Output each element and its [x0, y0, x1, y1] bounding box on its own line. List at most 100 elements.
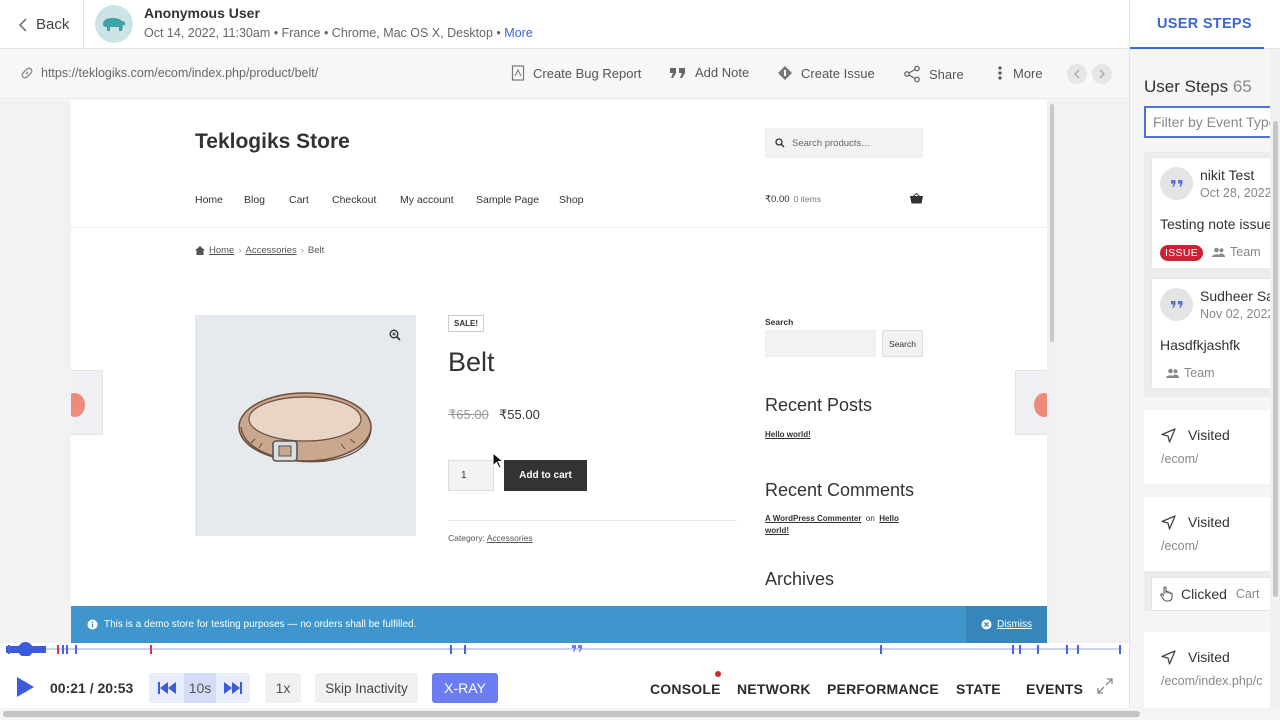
play-icon[interactable]	[14, 676, 36, 698]
page-horizontal-scrollbar[interactable]	[0, 708, 1280, 720]
breadcrumb-home[interactable]: Home	[209, 245, 234, 256]
step-visited[interactable]: Visited /ecom/index.php/c	[1144, 632, 1274, 708]
step-target: Cart	[1235, 587, 1260, 601]
site-nav-my-account[interactable]: My account	[400, 194, 454, 206]
zoom-icon[interactable]	[389, 329, 401, 341]
site-cart-total[interactable]: ₹0.00 0 items	[765, 194, 821, 205]
site-scrollbar-thumb[interactable]	[1050, 104, 1054, 342]
site-nav-shop[interactable]: Shop	[559, 194, 584, 206]
product-image[interactable]	[195, 315, 416, 536]
timeline-event-marker[interactable]	[1019, 645, 1021, 654]
next-session-button[interactable]	[1092, 64, 1112, 84]
demo-notice-text: This is a demo store for testing purpose…	[104, 619, 417, 630]
prev-product-thumb[interactable]	[71, 370, 103, 435]
tab-network[interactable]: NETWORK	[737, 681, 811, 697]
jump-interval[interactable]: 10s	[184, 673, 216, 703]
meta-more-link[interactable]: More	[504, 26, 532, 40]
tab-performance[interactable]: PERFORMANCE	[827, 681, 939, 697]
back-label: Back	[36, 16, 70, 33]
page-scrollbar-thumb[interactable]	[3, 711, 1140, 717]
fullscreen-icon[interactable]	[1097, 678, 1113, 694]
session-meta-text: Oct 14, 2022, 11:30am • France • Chrome,…	[144, 26, 501, 40]
create-bug-report-button[interactable]: Create Bug Report	[511, 65, 641, 81]
site-search-input[interactable]: Search products…	[765, 128, 923, 158]
navigation-arrow-icon	[1161, 427, 1176, 443]
hand-pointer-icon	[1160, 586, 1173, 602]
step-visited[interactable]: Visited /ecom/	[1144, 410, 1274, 484]
timeline-note-marker[interactable]	[572, 644, 583, 653]
timeline-event-marker[interactable]	[1119, 645, 1121, 654]
comment-post-link[interactable]: world!	[765, 526, 789, 535]
jump-controls: 10s	[149, 673, 250, 703]
share-button[interactable]: Share	[903, 65, 964, 83]
timeline-event-marker[interactable]	[75, 645, 77, 654]
step-clicked[interactable]: Clicked Cart	[1151, 577, 1276, 611]
timeline-error-marker[interactable]	[150, 645, 152, 654]
note-avatar	[1160, 167, 1193, 200]
back-button[interactable]: Back	[0, 0, 84, 49]
playback-speed-button[interactable]: 1x	[265, 673, 301, 703]
timeline-event-marker[interactable]	[880, 645, 882, 654]
dismiss-notice-button[interactable]: Dismiss	[966, 606, 1047, 643]
jump-forward-button[interactable]	[216, 673, 250, 703]
add-note-button[interactable]: Add Note	[669, 65, 749, 80]
add-to-cart-button[interactable]: Add to cart	[504, 460, 587, 491]
skip-inactivity-toggle[interactable]: Skip Inactivity	[315, 673, 418, 703]
playback-time: 00:21 / 20:53	[50, 680, 134, 696]
prev-session-button[interactable]	[1067, 64, 1087, 84]
note-card[interactable]: nikit Test Oct 28, 2022 Testing note iss…	[1151, 157, 1276, 269]
timeline-event-marker[interactable]	[450, 645, 452, 654]
site-nav-home[interactable]: Home	[195, 194, 223, 206]
next-product-thumb[interactable]	[1015, 370, 1047, 435]
sale-price: ₹55.00	[499, 407, 540, 422]
create-issue-button[interactable]: Create Issue	[777, 65, 875, 81]
comment-post-link[interactable]: Hello	[879, 514, 899, 523]
note-card[interactable]: Sudheer Sa Nov 02, 2022 Hasdfkjashfk Tea…	[1151, 278, 1276, 389]
tab-state[interactable]: STATE	[956, 681, 1001, 697]
tab-events[interactable]: EVENTS	[1026, 681, 1083, 697]
basket-icon[interactable]	[910, 193, 923, 204]
widget-search-input[interactable]	[765, 330, 876, 357]
category-link[interactable]: Accessories	[487, 533, 533, 543]
xray-button[interactable]: X-RAY	[432, 673, 498, 703]
user-name: Anonymous User	[144, 5, 260, 21]
timeline-event-marker[interactable]	[8, 645, 10, 654]
timeline-event-marker[interactable]	[1066, 645, 1068, 654]
timeline-event-marker[interactable]	[1037, 645, 1039, 654]
timeline-event-marker[interactable]	[1077, 645, 1079, 654]
category-label: Category:	[448, 533, 485, 543]
url-text: https://teklogiks.com/ecom/index.php/pro…	[41, 66, 319, 80]
breadcrumb-accessories[interactable]: Accessories	[246, 245, 297, 256]
jump-back-button[interactable]	[149, 673, 184, 703]
quote-icon	[1170, 180, 1182, 187]
tab-user-steps[interactable]: USER STEPS	[1130, 0, 1280, 49]
store-title[interactable]: Teklogiks Store	[195, 130, 350, 154]
site-nav-checkout[interactable]: Checkout	[332, 194, 376, 206]
site-scrollbar[interactable]	[1047, 100, 1057, 643]
timeline-playhead[interactable]	[18, 642, 33, 657]
widget-search-button[interactable]: Search	[882, 330, 923, 357]
timeline-event-marker[interactable]	[1012, 645, 1014, 654]
team-icon	[1212, 247, 1225, 257]
site-nav-cart[interactable]: Cart	[289, 194, 309, 206]
quantity-input[interactable]: 1	[448, 460, 494, 491]
more-actions-button[interactable]: More	[995, 65, 1043, 81]
step-visited[interactable]: Visited /ecom/	[1144, 497, 1274, 571]
recent-post-link[interactable]: Hello world!	[765, 430, 811, 439]
comment-on-text: on	[865, 514, 875, 523]
site-nav-blog[interactable]: Blog	[244, 194, 265, 206]
steps-scrollbar[interactable]	[1270, 49, 1280, 708]
timeline-event-marker[interactable]	[66, 645, 68, 654]
timeline-event-marker[interactable]	[464, 645, 466, 654]
steps-scrollbar-thumb[interactable]	[1273, 121, 1278, 597]
tab-console[interactable]: CONSOLE	[650, 681, 721, 697]
event-type-filter-input[interactable]: Filter by Event Type	[1144, 106, 1280, 138]
timeline-scrubber[interactable]	[6, 642, 1122, 657]
timeline-error-marker[interactable]	[57, 645, 59, 654]
step-label: Clicked Cart	[1160, 586, 1260, 602]
product-category: Category: Accessories	[448, 533, 533, 543]
timeline-event-marker[interactable]	[62, 645, 64, 654]
user-steps-count: 65	[1232, 77, 1252, 96]
site-nav-sample-page[interactable]: Sample Page	[476, 194, 539, 206]
commenter-link[interactable]: A WordPress Commenter	[765, 514, 861, 523]
